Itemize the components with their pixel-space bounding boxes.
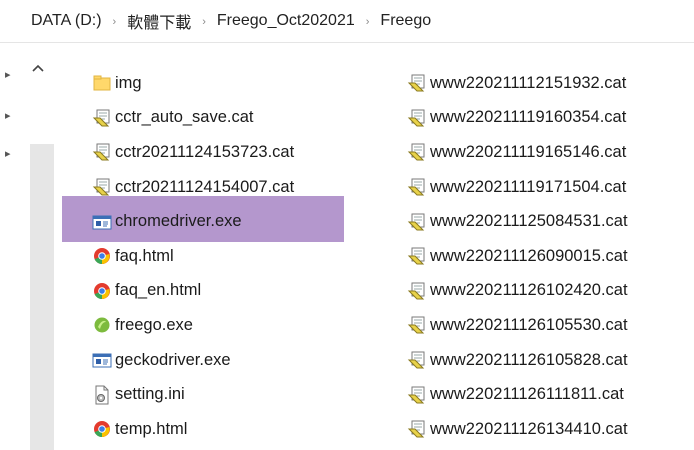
file-name: www220211126102420.cat (430, 281, 628, 300)
catalog-file-icon (407, 350, 427, 370)
breadcrumb: DATA (D:) › 軟體下載 › Freego_Oct202021 › Fr… (0, 0, 694, 42)
catalog-file-icon (407, 246, 427, 266)
file-item[interactable]: faq_en.html (92, 274, 201, 309)
header-divider (0, 42, 694, 43)
breadcrumb-separator-icon: › (112, 16, 117, 28)
file-name: www220211119165146.cat (430, 142, 627, 161)
pin-icon: ▸ (5, 110, 11, 122)
breadcrumb-downloads[interactable]: 軟體下載 (127, 9, 191, 33)
file-name: www220211125084531.cat (430, 212, 628, 231)
pin-icon: ▸ (5, 69, 11, 81)
application-window-icon (92, 350, 112, 370)
file-name: faq.html (115, 246, 174, 265)
file-item[interactable]: www220211126134410.cat (407, 412, 628, 447)
file-name: geckodriver.exe (115, 350, 231, 369)
file-name: freego.exe (115, 315, 193, 334)
file-name: cctr_auto_save.cat (115, 108, 254, 127)
catalog-file-icon (407, 419, 427, 439)
catalog-file-icon (92, 142, 112, 162)
file-item[interactable]: www220211126090015.cat (407, 239, 628, 274)
file-name: temp.html (115, 419, 188, 438)
file-item[interactable]: faq.html (92, 239, 174, 274)
file-name: www220211126105828.cat (430, 350, 628, 369)
file-name: www220211126090015.cat (430, 246, 628, 265)
freego-app-icon (92, 315, 112, 335)
file-item[interactable]: freego.exe (92, 308, 193, 343)
file-name: www220211126134410.cat (430, 419, 628, 438)
application-window-icon (92, 212, 112, 232)
catalog-file-icon (407, 177, 427, 197)
file-name: cctr20211124154007.cat (115, 177, 295, 196)
file-name: faq_en.html (115, 281, 202, 300)
nav-scrollbar[interactable] (30, 144, 54, 450)
breadcrumb-freego[interactable]: Freego (380, 12, 431, 30)
folder-icon (92, 73, 112, 93)
file-item[interactable]: img (92, 66, 142, 101)
pin-icon: ▸ (5, 148, 11, 160)
file-item[interactable]: chromedriver.exe (92, 204, 242, 239)
file-name: img (115, 73, 142, 92)
file-item[interactable]: www220211125084531.cat (407, 204, 628, 239)
file-item[interactable]: www220211126111811.cat (407, 377, 624, 412)
file-name: cctr20211124153723.cat (115, 142, 295, 161)
breadcrumb-separator-icon: › (202, 16, 206, 28)
catalog-file-icon (407, 73, 427, 93)
chrome-html-icon (92, 419, 112, 439)
breadcrumb-drive[interactable]: DATA (D:) (31, 12, 102, 30)
settings-file-icon (92, 385, 112, 405)
file-item[interactable]: temp.html (92, 412, 187, 447)
file-name: www220211119160354.cat (430, 108, 627, 127)
file-name: www220211112151932.cat (430, 73, 627, 92)
chevron-up-icon (32, 64, 44, 72)
file-item[interactable]: www220211119160354.cat (407, 101, 626, 136)
catalog-file-icon (407, 385, 427, 405)
catalog-file-icon (407, 315, 427, 335)
file-name: www220211126105530.cat (430, 315, 628, 334)
catalog-file-icon (407, 142, 427, 162)
catalog-file-icon (92, 108, 112, 128)
file-item[interactable]: www220211126105828.cat (407, 343, 628, 378)
file-item[interactable]: www220211119165146.cat (407, 135, 626, 170)
file-item[interactable]: cctr_auto_save.cat (92, 101, 254, 136)
file-item[interactable]: cctr20211124153723.cat (92, 135, 294, 170)
file-item[interactable]: www220211126102420.cat (407, 274, 628, 309)
chrome-html-icon (92, 281, 112, 301)
file-name: www220211126111811.cat (430, 385, 624, 404)
catalog-file-icon (407, 281, 427, 301)
file-name: www220211119171504.cat (430, 177, 627, 196)
catalog-file-icon (407, 212, 427, 232)
file-name: setting.ini (115, 385, 185, 404)
file-item[interactable]: www220211126105530.cat (407, 308, 628, 343)
breadcrumb-freego-oct[interactable]: Freego_Oct202021 (217, 12, 355, 30)
file-item[interactable]: www220211112151932.cat (407, 66, 626, 101)
chrome-html-icon (92, 246, 112, 266)
scroll-up-button[interactable] (30, 62, 46, 76)
file-item[interactable]: www220211119171504.cat (407, 170, 626, 205)
breadcrumb-separator-icon: › (365, 16, 370, 28)
catalog-file-icon (407, 108, 427, 128)
file-name: chromedriver.exe (115, 212, 242, 231)
file-item[interactable]: setting.ini (92, 377, 185, 412)
file-item[interactable]: geckodriver.exe (92, 343, 231, 378)
catalog-file-icon (92, 177, 112, 197)
file-item[interactable]: cctr20211124154007.cat (92, 170, 294, 205)
